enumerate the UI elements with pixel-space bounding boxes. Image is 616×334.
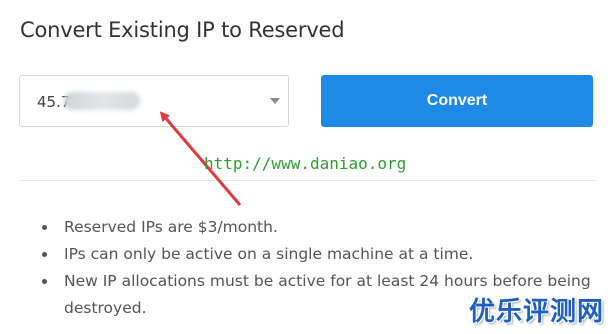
divider <box>20 180 596 181</box>
bullet-icon <box>42 252 47 257</box>
bullet-icon <box>42 225 47 230</box>
convert-button[interactable]: Convert <box>321 75 593 127</box>
chevron-down-icon[interactable] <box>270 98 280 104</box>
ip-select[interactable]: 45.7 <box>19 75 289 127</box>
bullet-icon <box>42 279 47 284</box>
list-item: IPs can only be active on a single machi… <box>40 241 600 268</box>
list-item: Reserved IPs are $3/month. <box>40 214 600 241</box>
redacted-ip-blur <box>64 92 140 110</box>
page-title: Convert Existing IP to Reserved <box>20 18 345 42</box>
watermark-brand: 优乐评测网 <box>468 297 604 327</box>
note-text: IPs can only be active on a single machi… <box>64 245 474 263</box>
watermark-url: http://www.daniao.org <box>204 154 407 173</box>
note-text: Reserved IPs are $3/month. <box>64 218 278 236</box>
